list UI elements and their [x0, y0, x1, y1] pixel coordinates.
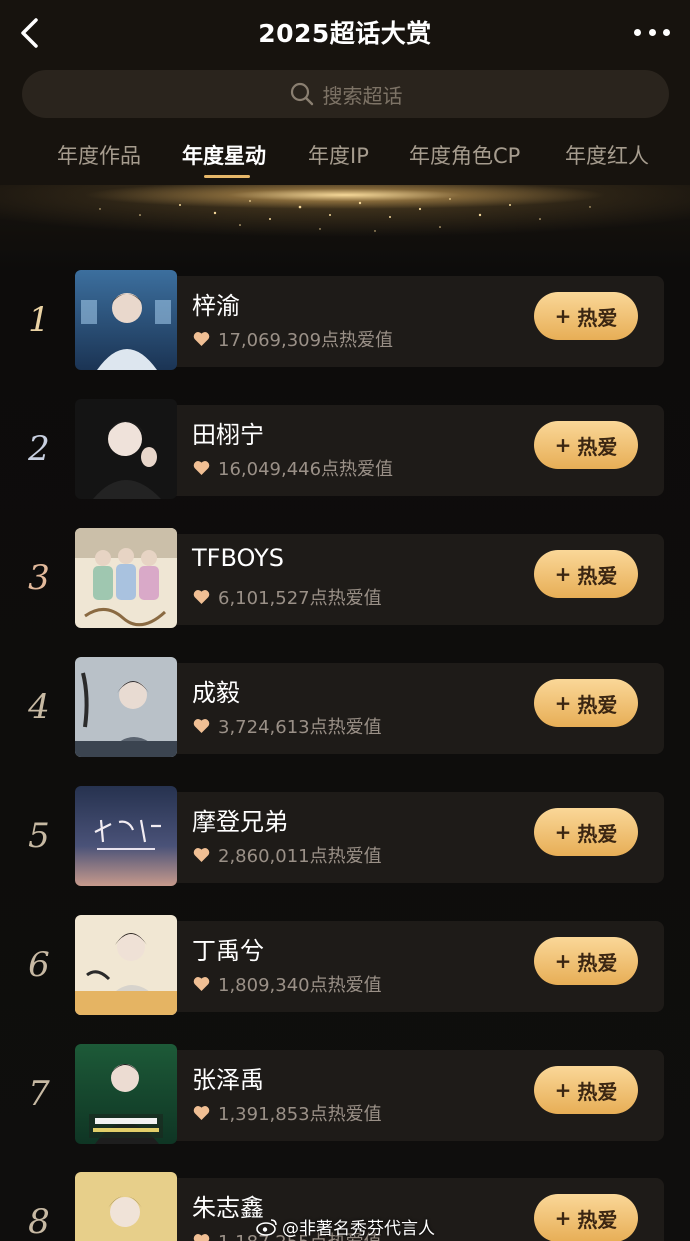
avatar — [75, 528, 177, 628]
tab-annual-influencer[interactable]: 年度红人 — [565, 140, 649, 170]
heat-text: 1,809,340点热爱值 — [218, 975, 382, 996]
heat-text: 17,069,309点热爱值 — [218, 330, 394, 351]
heat-value: 2,860,011点热爱值 — [193, 842, 382, 868]
love-button[interactable]: + 热爱 — [534, 1194, 638, 1241]
rank-number: 2 — [28, 429, 50, 469]
love-button[interactable]: + 热爱 — [534, 550, 638, 598]
plus-icon: + — [554, 691, 572, 715]
rank-number: 3 — [28, 558, 50, 598]
heat-value: 6,101,527点热爱值 — [193, 584, 382, 610]
heart-icon — [193, 590, 210, 604]
rank-number: 7 — [28, 1074, 50, 1114]
rank-number: 4 — [28, 687, 50, 727]
search-input[interactable]: 搜索超话 — [22, 70, 669, 118]
heart-icon — [193, 1234, 210, 1241]
heart-icon — [193, 848, 210, 862]
heart-icon — [193, 977, 210, 991]
rank-row: 6 丁禹兮 1,809,340点热爱值 + 热爱 — [0, 915, 690, 1035]
avatar — [75, 399, 177, 499]
heat-value: 1,809,340点热爱值 — [193, 971, 382, 997]
avatar — [75, 270, 177, 370]
heart-icon — [193, 1106, 210, 1120]
star-name: TFBOYS — [192, 544, 284, 572]
star-name: 成毅 — [192, 679, 240, 707]
avatar — [75, 786, 177, 886]
rank-row: 7 张泽禹 1,391,853点热爱值 + 热爱 — [0, 1044, 690, 1164]
more-button[interactable] — [634, 22, 670, 42]
love-button-label: 热爱 — [577, 821, 618, 846]
plus-icon: + — [554, 1206, 572, 1230]
love-button[interactable]: + 热爱 — [534, 679, 638, 727]
page: 2025超话大赏 搜索超话 年度作品 年度星动 年度IP 年度角色CP 年度红人 — [0, 0, 690, 1241]
heat-text: 1,391,853点热爱值 — [218, 1104, 382, 1125]
tab-annual-stars[interactable]: 年度星动 — [182, 140, 266, 170]
star-name: 田栩宁 — [192, 421, 264, 449]
rank-row: 5 摩登兄弟 2,860,011点热爱值 + 热爱 — [0, 786, 690, 906]
rank-number: 5 — [28, 816, 50, 856]
star-name: 朱志鑫 — [192, 1194, 264, 1222]
star-name: 丁禹兮 — [192, 937, 264, 965]
watermark-text: @非著名秀芬代言人 — [282, 1219, 435, 1239]
love-button-label: 热爱 — [577, 950, 618, 975]
header: 2025超话大赏 — [0, 0, 690, 66]
heart-icon — [193, 719, 210, 733]
star-name: 梓渝 — [192, 292, 240, 320]
rank-row: 3 TFBOYS 6,101,527点热爱值 + 热爱 — [0, 528, 690, 648]
rank-row: 4 成毅 3,724,613点热爱值 + 热爱 — [0, 657, 690, 777]
tab-annual-ip[interactable]: 年度IP — [308, 140, 369, 170]
category-tabs: 年度作品 年度星动 年度IP 年度角色CP 年度红人 — [0, 140, 690, 184]
avatar — [75, 915, 177, 1015]
star-name: 张泽禹 — [192, 1066, 264, 1094]
weibo-icon — [256, 1218, 277, 1236]
plus-icon: + — [554, 304, 572, 328]
rank-row: 2 田栩宁 16,049,446点热爱值 + 热爱 — [0, 399, 690, 519]
plus-icon: + — [554, 562, 572, 586]
star-name: 摩登兄弟 — [192, 808, 288, 836]
heat-value: 16,049,446点热爱值 — [193, 455, 393, 481]
love-button-label: 热爱 — [577, 434, 618, 459]
active-tab-indicator — [204, 175, 250, 178]
avatar — [75, 1172, 177, 1241]
rank-number: 8 — [28, 1202, 50, 1241]
love-button-label: 热爱 — [577, 563, 618, 588]
love-button[interactable]: + 热爱 — [534, 808, 638, 856]
watermark: @非著名秀芬代言人 — [256, 1214, 435, 1239]
heat-text: 16,049,446点热爱值 — [218, 459, 394, 480]
sparkles-decoration — [99, 198, 591, 232]
heat-value: 3,724,613点热爱值 — [193, 713, 382, 739]
heat-value: 1,391,853点热爱值 — [193, 1100, 382, 1126]
heart-icon — [193, 461, 210, 475]
heat-text: 6,101,527点热爱值 — [218, 588, 382, 609]
avatar — [75, 657, 177, 757]
heat-text: 2,860,011点热爱值 — [218, 846, 382, 867]
tab-annual-character-cp[interactable]: 年度角色CP — [409, 140, 520, 170]
love-button[interactable]: + 热爱 — [534, 1066, 638, 1114]
more-dots-icon — [634, 28, 641, 36]
heart-icon — [193, 332, 210, 346]
love-button[interactable]: + 热爱 — [534, 292, 638, 340]
love-button[interactable]: + 热爱 — [534, 937, 638, 985]
rank-number: 6 — [28, 945, 50, 985]
search-placeholder: 搜索超话 — [322, 83, 403, 108]
avatar — [75, 1044, 177, 1144]
heat-value: 17,069,309点热爱值 — [193, 326, 393, 352]
plus-icon: + — [554, 820, 572, 844]
rank-row: 1 梓渝 17,069,309点热爱值 + 热爱 — [0, 270, 690, 390]
love-button-label: 热爱 — [577, 692, 618, 717]
love-button[interactable]: + 热爱 — [534, 421, 638, 469]
heat-text: 3,724,613点热爱值 — [218, 717, 382, 738]
plus-icon: + — [554, 1078, 572, 1102]
love-button-label: 热爱 — [577, 1079, 618, 1104]
rank-number: 1 — [28, 300, 50, 340]
page-title: 2025超话大赏 — [258, 19, 432, 48]
plus-icon: + — [554, 433, 572, 457]
plus-icon: + — [554, 949, 572, 973]
love-button-label: 热爱 — [577, 305, 618, 330]
tab-annual-works[interactable]: 年度作品 — [57, 140, 141, 170]
search-icon — [290, 82, 313, 106]
love-button-label: 热爱 — [577, 1207, 618, 1232]
